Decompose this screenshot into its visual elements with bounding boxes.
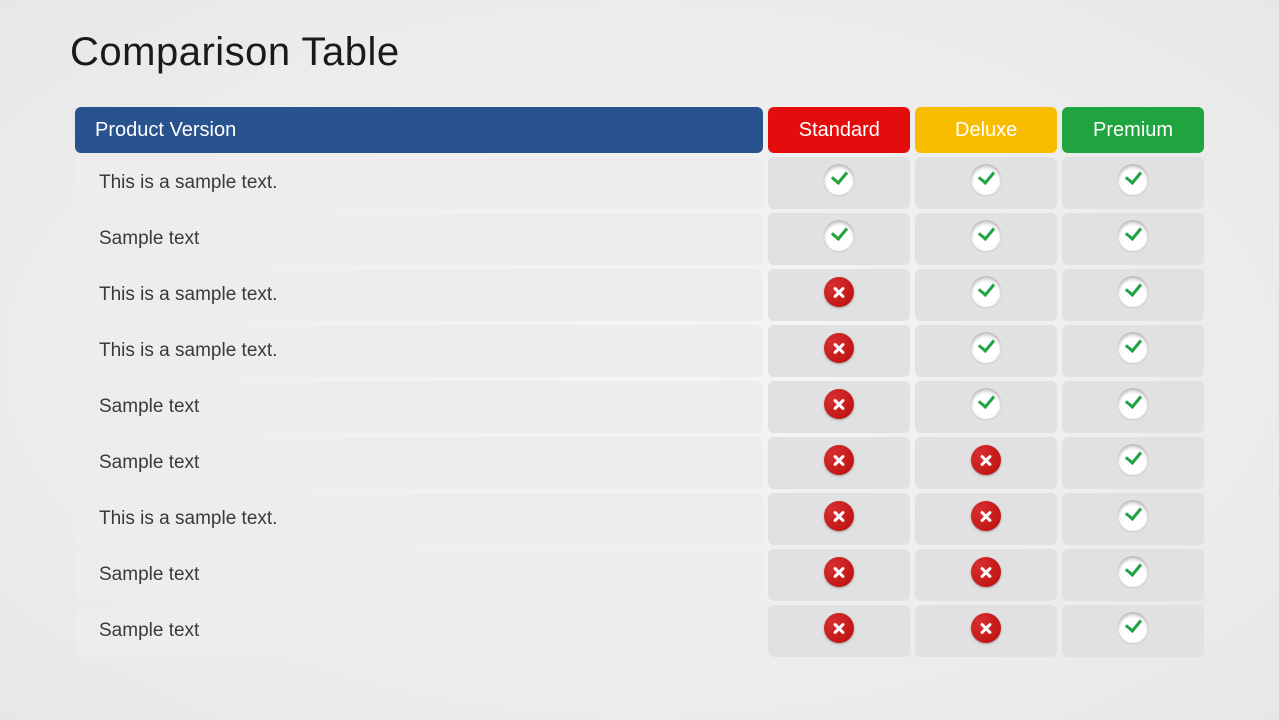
header-premium: Premium [1062, 107, 1204, 153]
cross-icon [970, 444, 1002, 476]
header-standard: Standard [768, 107, 910, 153]
cell-standard [768, 437, 910, 489]
check-icon [1117, 500, 1149, 532]
table-header-row: Product Version Standard Deluxe Premium [75, 107, 1204, 153]
check-icon [1117, 332, 1149, 364]
feature-label: This is a sample text. [75, 157, 763, 209]
comparison-table: Product Version Standard Deluxe Premium … [70, 103, 1209, 661]
cell-standard [768, 549, 910, 601]
feature-label: This is a sample text. [75, 493, 763, 545]
cross-icon [823, 444, 855, 476]
cell-premium [1062, 325, 1204, 377]
feature-label: Sample text [75, 381, 763, 433]
cross-icon [970, 556, 1002, 588]
cell-deluxe [915, 213, 1057, 265]
cell-deluxe [915, 381, 1057, 433]
header-product-version: Product Version [75, 107, 763, 153]
cross-icon [823, 388, 855, 420]
table-row: This is a sample text. [75, 493, 1204, 545]
check-icon [1117, 220, 1149, 252]
check-icon [970, 332, 1002, 364]
feature-label: This is a sample text. [75, 269, 763, 321]
table-row: This is a sample text. [75, 269, 1204, 321]
check-icon [1117, 444, 1149, 476]
cross-icon [823, 556, 855, 588]
cell-standard [768, 493, 910, 545]
cross-icon [823, 500, 855, 532]
check-icon [970, 276, 1002, 308]
cross-icon [823, 276, 855, 308]
cell-premium [1062, 437, 1204, 489]
table-row: This is a sample text. [75, 325, 1204, 377]
table-row: This is a sample text. [75, 157, 1204, 209]
cross-icon [823, 612, 855, 644]
cell-premium [1062, 213, 1204, 265]
check-icon [823, 164, 855, 196]
cell-standard [768, 269, 910, 321]
cell-deluxe [915, 157, 1057, 209]
check-icon [970, 388, 1002, 420]
cell-standard [768, 213, 910, 265]
cell-premium [1062, 157, 1204, 209]
cell-standard [768, 325, 910, 377]
check-icon [1117, 388, 1149, 420]
cell-deluxe [915, 549, 1057, 601]
header-deluxe: Deluxe [915, 107, 1057, 153]
cross-icon [970, 500, 1002, 532]
table-row: Sample text [75, 213, 1204, 265]
table-row: Sample text [75, 605, 1204, 657]
cross-icon [970, 612, 1002, 644]
cross-icon [823, 332, 855, 364]
table-row: Sample text [75, 437, 1204, 489]
table-row: Sample text [75, 381, 1204, 433]
feature-label: Sample text [75, 213, 763, 265]
check-icon [823, 220, 855, 252]
cell-premium [1062, 269, 1204, 321]
feature-label: Sample text [75, 605, 763, 657]
cell-standard [768, 157, 910, 209]
page-title: Comparison Table [70, 30, 1209, 75]
check-icon [1117, 612, 1149, 644]
feature-label: Sample text [75, 437, 763, 489]
cell-deluxe [915, 493, 1057, 545]
cell-deluxe [915, 325, 1057, 377]
table-row: Sample text [75, 549, 1204, 601]
cell-premium [1062, 493, 1204, 545]
cell-standard [768, 381, 910, 433]
cell-standard [768, 605, 910, 657]
cell-premium [1062, 381, 1204, 433]
feature-label: This is a sample text. [75, 325, 763, 377]
slide: Comparison Table Product Version Standar… [0, 0, 1279, 661]
feature-label: Sample text [75, 549, 763, 601]
check-icon [1117, 276, 1149, 308]
check-icon [1117, 556, 1149, 588]
cell-deluxe [915, 605, 1057, 657]
check-icon [970, 164, 1002, 196]
cell-deluxe [915, 437, 1057, 489]
check-icon [1117, 164, 1149, 196]
cell-premium [1062, 605, 1204, 657]
cell-premium [1062, 549, 1204, 601]
cell-deluxe [915, 269, 1057, 321]
check-icon [970, 220, 1002, 252]
